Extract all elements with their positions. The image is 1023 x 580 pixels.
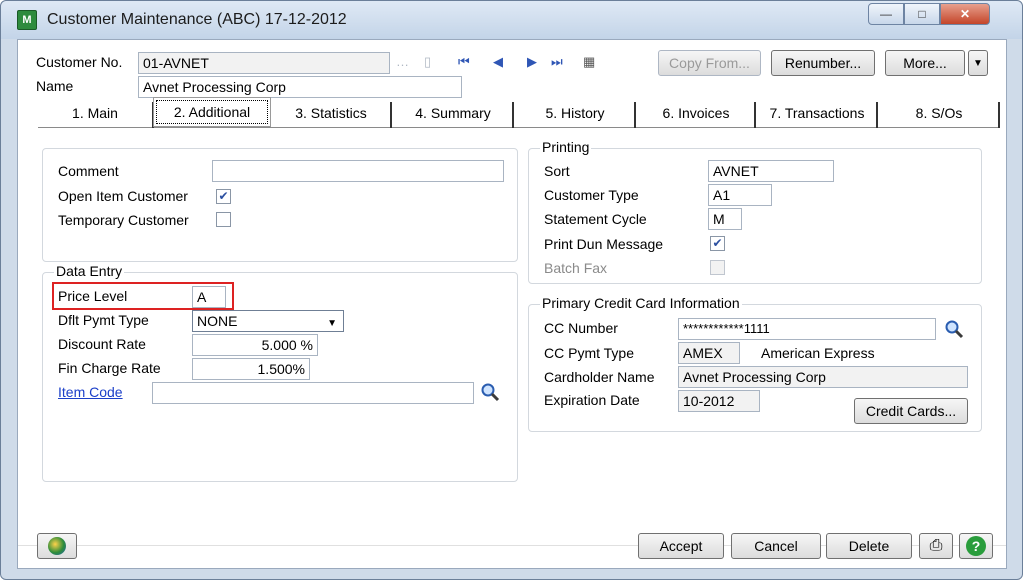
search-icon[interactable] xyxy=(480,382,500,402)
comment-input[interactable] xyxy=(212,160,504,182)
fin-charge-rate-label: Fin Charge Rate xyxy=(58,360,161,376)
credit-cards-button[interactable]: Credit Cards... xyxy=(854,398,968,424)
close-button[interactable]: ✕ xyxy=(940,3,990,25)
calendar-icon[interactable]: ▦ xyxy=(583,54,595,70)
more-button[interactable]: More... xyxy=(885,50,965,76)
form-client-area: Customer No. 01-AVNET … ▯ ⏮ ◀ ▶ ⏭ ▦ Copy… xyxy=(17,39,1007,569)
dflt-pymt-type-value: NONE xyxy=(197,313,238,329)
more-dropdown-button[interactable]: ▼ xyxy=(968,50,988,76)
customer-no-label: Customer No. xyxy=(36,54,123,70)
name-input[interactable]: Avnet Processing Corp xyxy=(138,76,462,98)
next-record-icon[interactable]: ▶ xyxy=(527,54,537,70)
temporary-customer-checkbox[interactable] xyxy=(216,212,231,227)
tab-history[interactable]: 5. History xyxy=(516,102,636,128)
printing-title: Printing xyxy=(540,139,592,155)
open-item-customer-label: Open Item Customer xyxy=(58,188,188,204)
tab-statistics[interactable]: 3. Statistics xyxy=(272,102,392,128)
delete-button[interactable]: Delete xyxy=(826,533,912,559)
close-icon: ✕ xyxy=(959,7,971,21)
discount-rate-label: Discount Rate xyxy=(58,336,146,352)
item-code-link[interactable]: Item Code xyxy=(58,384,123,400)
minimize-button[interactable]: — xyxy=(868,3,904,25)
item-code-input[interactable] xyxy=(152,382,474,404)
minimize-icon: — xyxy=(880,7,892,21)
cardholder-name-input[interactable]: Avnet Processing Corp xyxy=(678,366,968,388)
help-icon: ? xyxy=(966,536,986,556)
app-icon: M xyxy=(17,10,37,30)
checkmark-icon: ✔ xyxy=(712,236,723,250)
credit-card-title: Primary Credit Card Information xyxy=(540,295,742,311)
window-title: Customer Maintenance (ABC) 17-12-2012 xyxy=(47,11,347,28)
print-dun-message-label: Print Dun Message xyxy=(544,236,664,252)
accept-button[interactable]: Accept xyxy=(638,533,724,559)
maximize-button[interactable]: □ xyxy=(904,3,940,25)
cancel-button[interactable]: Cancel xyxy=(731,533,821,559)
cc-pymt-type-label: CC Pymt Type xyxy=(544,345,634,361)
title-bar: M Customer Maintenance (ABC) 17-12-2012 … xyxy=(1,1,1022,39)
help-globe-button[interactable] xyxy=(37,533,77,559)
tab-sos[interactable]: 8. S/Os xyxy=(880,102,1000,128)
checkmark-icon: ✔ xyxy=(218,189,229,203)
customer-maintenance-window: M Customer Maintenance (ABC) 17-12-2012 … xyxy=(0,0,1023,580)
customer-type-label: Customer Type xyxy=(544,187,639,203)
chevron-down-icon: ▼ xyxy=(973,57,983,69)
maximize-icon: □ xyxy=(918,7,926,21)
help-button[interactable]: ? xyxy=(959,533,993,559)
batch-fax-label: Batch Fax xyxy=(544,260,608,276)
print-button[interactable]: ⎙ xyxy=(919,533,953,559)
first-record-icon[interactable]: ⏮ xyxy=(458,54,470,70)
printer-icon: ⎙ xyxy=(929,537,943,554)
sort-label: Sort xyxy=(544,163,570,179)
name-label: Name xyxy=(36,78,74,94)
last-record-icon[interactable]: ⏭ xyxy=(551,54,563,70)
lookup-icon[interactable]: … xyxy=(396,54,409,69)
copy-from-button[interactable]: Copy From... xyxy=(658,50,761,76)
new-record-icon[interactable]: ▯ xyxy=(424,54,431,70)
cc-number-label: CC Number xyxy=(544,320,618,336)
data-entry-title: Data Entry xyxy=(54,263,125,279)
discount-rate-input[interactable]: 5.000 % xyxy=(192,334,318,356)
fin-charge-rate-input[interactable]: 1.500% xyxy=(192,358,310,380)
statement-cycle-label: Statement Cycle xyxy=(544,211,647,227)
chevron-down-icon: ▼ xyxy=(327,318,337,329)
cc-pymt-type-description: American Express xyxy=(761,345,875,361)
tab-summary[interactable]: 4. Summary xyxy=(394,102,514,128)
dflt-pymt-type-label: Dflt Pymt Type xyxy=(58,312,149,328)
comment-label: Comment xyxy=(58,163,119,179)
expiration-date-input[interactable]: 10-2012 xyxy=(678,390,760,412)
statement-cycle-input[interactable]: M xyxy=(708,208,742,230)
tab-strip: 1. Main 2. Additional 3. Statistics 4. S… xyxy=(38,97,1000,128)
tab-additional[interactable]: 2. Additional xyxy=(153,97,271,127)
renumber-button[interactable]: Renumber... xyxy=(771,50,875,76)
price-level-label: Price Level xyxy=(58,288,128,304)
cc-pymt-type-input[interactable]: AMEX xyxy=(678,342,740,364)
previous-record-icon[interactable]: ◀ xyxy=(493,54,503,70)
cc-number-input[interactable]: ************1111 xyxy=(678,318,936,340)
print-dun-message-checkbox[interactable]: ✔ xyxy=(710,236,725,251)
cardholder-name-label: Cardholder Name xyxy=(544,369,655,385)
sort-input[interactable]: AVNET xyxy=(708,160,834,182)
tab-transactions[interactable]: 7. Transactions xyxy=(758,102,878,128)
expiration-date-label: Expiration Date xyxy=(544,392,640,408)
customer-type-input[interactable]: A1 xyxy=(708,184,772,206)
window-controls: — □ ✕ xyxy=(868,3,990,25)
open-item-customer-checkbox[interactable]: ✔ xyxy=(216,189,231,204)
windows-orb-icon xyxy=(48,537,66,555)
batch-fax-checkbox[interactable] xyxy=(710,260,725,275)
tab-invoices[interactable]: 6. Invoices xyxy=(638,102,756,128)
price-level-input[interactable]: A xyxy=(192,286,226,308)
tab-main[interactable]: 1. Main xyxy=(38,102,154,128)
search-icon[interactable] xyxy=(944,319,964,339)
temporary-customer-label: Temporary Customer xyxy=(58,212,189,228)
dflt-pymt-type-select[interactable]: NONE ▼ xyxy=(192,310,344,332)
customer-no-input[interactable]: 01-AVNET xyxy=(138,52,390,74)
